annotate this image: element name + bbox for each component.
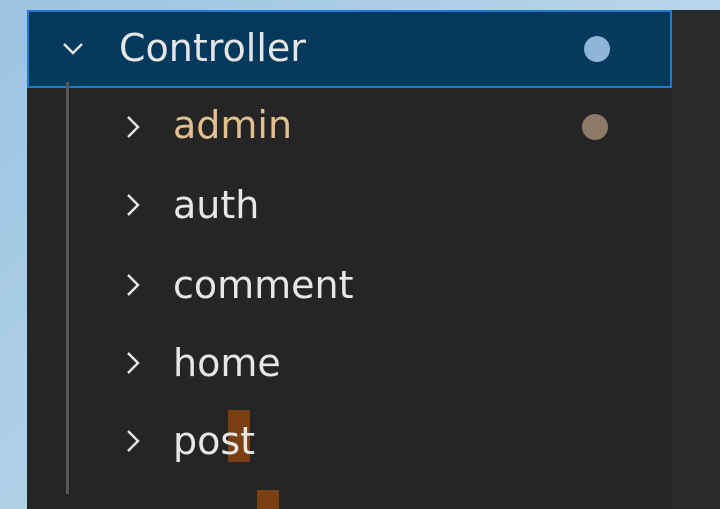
chevron-right-icon [115,109,151,145]
chevron-right-icon [115,267,151,303]
modified-dot-icon [582,114,608,140]
folder-label: auth [173,183,260,227]
folder-label: admin [173,103,293,147]
folder-label: post [173,419,256,463]
scrollbar-track[interactable] [672,10,720,509]
folder-row-controller[interactable]: Controller [27,10,672,88]
chevron-down-icon [55,31,91,67]
folder-label: comment [173,263,354,307]
drag-cursor-mark [257,490,279,509]
folder-row-home[interactable]: home [27,324,672,402]
folder-row-comment[interactable]: comment [27,246,672,324]
git-status-dot-icon [584,36,610,62]
folder-row-post[interactable]: post [27,402,672,480]
folder-label: home [173,341,281,385]
chevron-right-icon [115,345,151,381]
folder-row-admin[interactable]: admin [27,88,672,166]
chevron-right-icon [115,423,151,459]
folder-label: Controller [119,26,306,70]
chevron-right-icon [115,187,151,223]
folder-row-auth[interactable]: auth [27,166,672,244]
explorer-panel: Controller admin auth comment home post [27,10,720,509]
